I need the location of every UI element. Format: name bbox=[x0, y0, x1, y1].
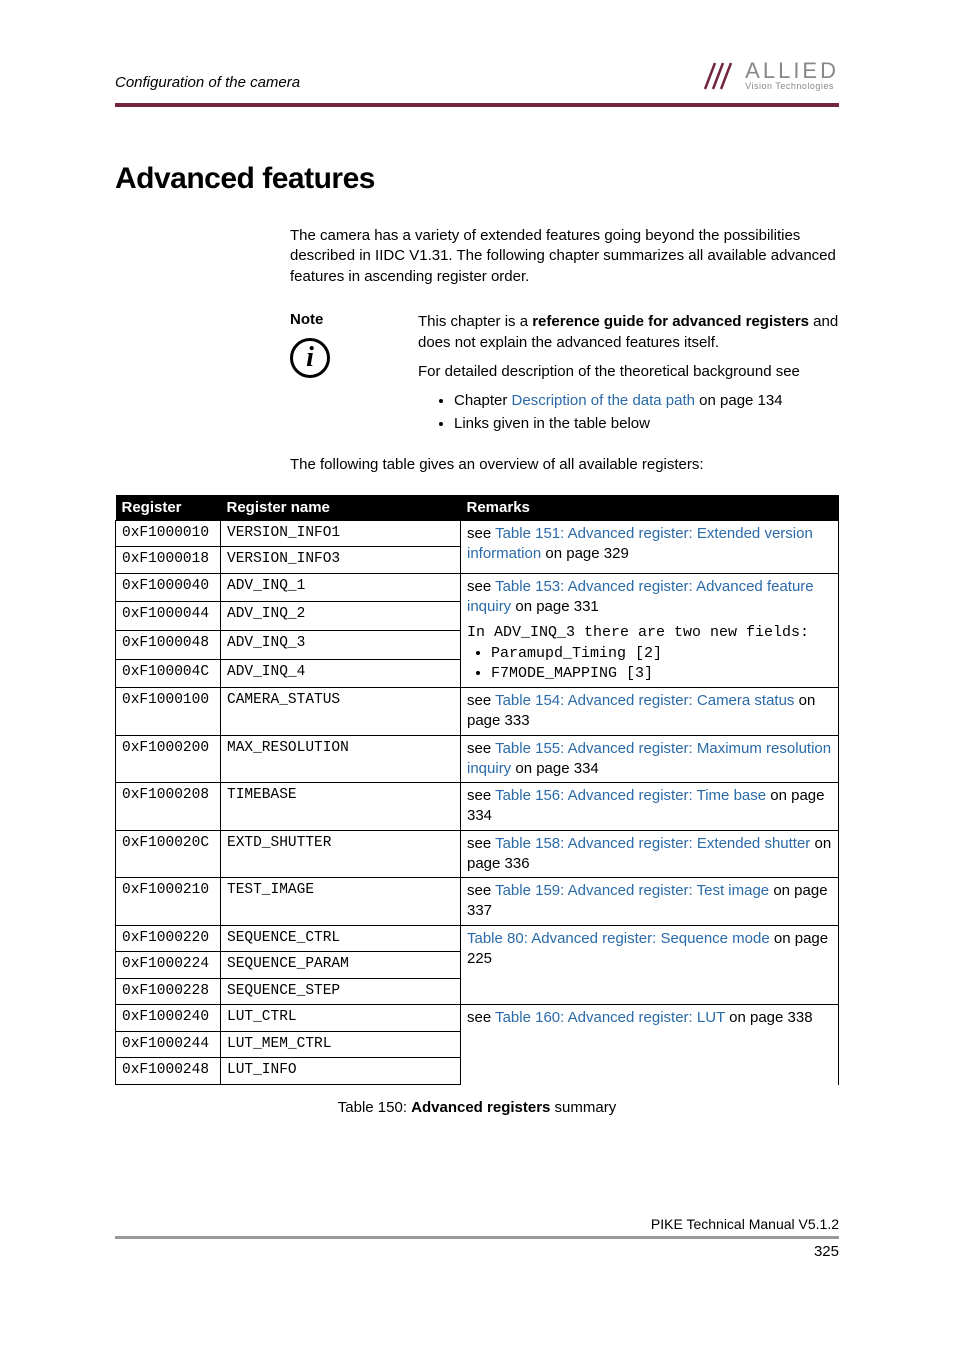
note-line-1: This chapter is a reference guide for ad… bbox=[418, 311, 839, 353]
link-table-151[interactable]: Table 151: Advanced register: Extended v… bbox=[467, 525, 813, 562]
logo-sub: Vision Technologies bbox=[745, 82, 839, 91]
table-row: 0xF1000220 SEQUENCE_CTRL Table 80: Advan… bbox=[116, 925, 839, 952]
page-header: Configuration of the camera ALLIED Visio… bbox=[115, 60, 839, 97]
table-caption: Table 150: Advanced registers summary bbox=[115, 1099, 839, 1116]
th-remarks: Remarks bbox=[461, 495, 839, 521]
note-bullet-1: Chapter Description of the data path on … bbox=[454, 390, 839, 411]
registers-table: Register Register name Remarks 0xF100001… bbox=[115, 495, 839, 1085]
logo: ALLIED Vision Technologies bbox=[701, 60, 839, 91]
table-row: 0xF1000100 CAMERA_STATUS see Table 154: … bbox=[116, 688, 839, 736]
table-row: 0xF1000208 TIMEBASE see Table 156: Advan… bbox=[116, 783, 839, 831]
note-block: Note i This chapter is a reference guide… bbox=[290, 311, 839, 436]
table-row: 0xF1000200 MAX_RESOLUTION see Table 155:… bbox=[116, 735, 839, 783]
page-number: 325 bbox=[115, 1243, 839, 1260]
footer-rule bbox=[115, 1236, 839, 1239]
table-row: 0xF100020C EXTD_SHUTTER see Table 158: A… bbox=[116, 830, 839, 878]
note-label: Note bbox=[290, 311, 390, 328]
note-bullet-2: Links given in the table below bbox=[454, 413, 839, 434]
section-label: Configuration of the camera bbox=[115, 74, 300, 91]
table-row: 0xF1000010 VERSION_INFO1 see Table 151: … bbox=[116, 520, 839, 547]
link-table-156[interactable]: Table 156: Advanced register: Time base bbox=[495, 787, 766, 804]
link-table-158[interactable]: Table 158: Advanced register: Extended s… bbox=[495, 835, 810, 852]
th-register: Register bbox=[116, 495, 221, 521]
link-data-path[interactable]: Description of the data path bbox=[512, 392, 695, 409]
table-row: 0xF1000210 TEST_IMAGE see Table 159: Adv… bbox=[116, 878, 839, 926]
link-table-159[interactable]: Table 159: Advanced register: Test image bbox=[495, 882, 769, 899]
link-table-160[interactable]: Table 160: Advanced register: LUT bbox=[495, 1009, 725, 1026]
table-row: 0xF1000240 LUT_CTRL see Table 160: Advan… bbox=[116, 1005, 839, 1032]
link-table-154[interactable]: Table 154: Advanced register: Camera sta… bbox=[495, 692, 794, 709]
info-icon: i bbox=[290, 338, 330, 378]
th-name: Register name bbox=[221, 495, 461, 521]
link-table-80[interactable]: Table 80: Advanced register: Sequence mo… bbox=[467, 930, 770, 947]
overview-line: The following table gives an overview of… bbox=[290, 456, 839, 473]
allied-slashes-icon bbox=[701, 61, 741, 91]
footer-title: PIKE Technical Manual V5.1.2 bbox=[115, 1216, 839, 1232]
intro-paragraph: The camera has a variety of extended fea… bbox=[290, 226, 839, 287]
note-line-2: For detailed description of the theoreti… bbox=[418, 361, 839, 382]
page-footer: PIKE Technical Manual V5.1.2 325 bbox=[115, 1216, 839, 1260]
table-row: 0xF1000040 ADV_INQ_1 see Table 153: Adva… bbox=[116, 573, 839, 602]
page-title: Advanced features bbox=[115, 162, 839, 196]
note-bullets: Chapter Description of the data path on … bbox=[418, 390, 839, 434]
logo-main: ALLIED bbox=[745, 60, 839, 82]
header-rule bbox=[115, 103, 839, 107]
